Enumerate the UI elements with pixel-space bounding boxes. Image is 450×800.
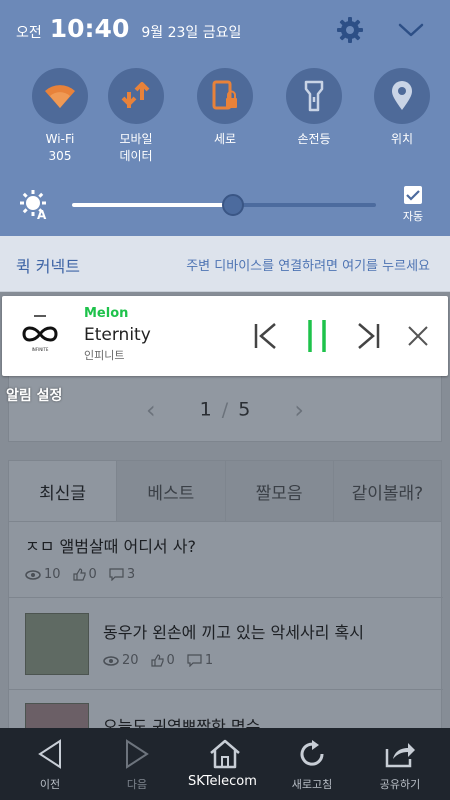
quick-connect-bar[interactable]: 퀵 커넥트 주변 디바이스를 연결하려면 여기를 누르세요 [0,236,450,292]
dismiss-media-button[interactable] [400,318,436,354]
quick-setting-label: 손전등 [297,132,331,146]
notification-shade: 오전 10:40 9월 23일 금요일 Wi-Fi 305 모바일 데이터 세로… [0,0,450,236]
share-icon [385,743,415,768]
close-icon [408,326,428,346]
svg-text:INFINITE: INFINITE [32,347,49,352]
comment-icon [187,654,202,667]
notification-settings-link[interactable]: 알림 설정 [6,385,62,405]
eye-icon [25,569,41,580]
quick-setting-label: 위치 [390,132,414,146]
media-artist: 인피니트 [84,349,125,362]
previous-track-button[interactable] [248,318,284,354]
clock-ampm: 오전 [16,25,42,41]
brightness-slider[interactable] [72,194,376,216]
pager-prev-icon[interactable]: ‹ [146,396,156,424]
pager-separator: / [221,398,229,421]
board-tabs: 최신글 베스트 짤모음 같이볼래? [9,461,441,522]
post-title: ㅈㅁ 앨범살때 어디서 사? [25,537,196,556]
pager-current: 1 [199,398,212,421]
media-track-title: Eternity [84,325,151,345]
list-item[interactable]: ㅈㅁ 앨범살때 어디서 사? 10 0 3 [9,533,443,582]
eye-icon [103,655,119,666]
status-date: 9월 23일 금요일 [141,25,242,41]
post-meta: 10 0 3 [25,567,443,582]
quick-setting-label: 모바일 데이터 [119,132,153,163]
pager-next-icon[interactable]: › [294,396,304,424]
clock-time: 10:40 [49,14,130,43]
chevron-down-icon[interactable] [398,22,424,38]
divider [9,689,443,690]
home-button[interactable] [180,728,270,800]
quick-setting-mobile-data[interactable]: 모바일 데이터 [91,68,181,165]
post-board: 최신글 베스트 짤모음 같이볼래? ㅈㅁ 앨범살때 어디서 사? 10 0 3 … [8,460,443,728]
forward-arrow-icon [126,739,149,769]
quick-setting-rotation[interactable]: 세로 [180,68,270,148]
pause-icon [308,320,326,352]
next-track-button[interactable] [350,318,386,354]
post-title: 동우가 왼손에 끼고 있는 악세사리 혹시 [103,623,364,642]
tab-watch-together[interactable]: 같이볼래? [332,461,441,521]
tab-pics[interactable]: 짤모음 [224,461,333,521]
media-notification[interactable]: INFINITE Melon Eternity 인피니트 [2,296,448,376]
post-likes: 0 [88,567,97,582]
back-arrow-icon [38,739,61,769]
post-comments: 1 [204,653,214,668]
list-item[interactable]: 동우가 왼손에 끼고 있는 악세사리 혹시 20 0 1 [9,619,443,668]
post-views: 20 [122,653,139,668]
brightness-slider-fill [72,203,233,207]
media-app-name: Melon [84,306,129,321]
pager-total: 5 [238,398,251,421]
list-item[interactable]: 오늘도 귀염뽀짝한 명수 [9,713,443,728]
quick-connect-description: 주변 디바이스를 연결하려면 여기를 누르세요 [186,259,430,274]
refresh-icon [300,740,324,766]
back-button[interactable]: 이전 [5,728,95,800]
toolbar-label: 공유하기 [379,778,421,791]
quick-connect-title: 퀵 커넥트 [16,257,80,276]
tab-latest[interactable]: 최신글 [9,461,117,521]
share-button[interactable]: 공유하기 [355,728,445,800]
wifi-icon [45,85,75,108]
post-meta: 20 0 1 [103,653,443,668]
quick-setting-label: 세로 [213,132,237,146]
quick-settings-row: Wi-Fi 305 모바일 데이터 세로 손전등 위치 [0,68,450,172]
home-icon [210,739,240,769]
browser-toolbar: 이전 다음 새로고침 공유하기 [0,728,450,800]
toolbar-label: 다음 [126,778,148,791]
thumbs-up-icon [150,654,164,667]
post-comments: 3 [126,567,136,582]
refresh-button[interactable]: 새로고침 [267,728,357,800]
pager: ‹ 1 / 5 › [0,396,450,424]
brightness-auto-icon: A [20,190,47,220]
toolbar-label: 이전 [39,778,61,791]
svg-text:A: A [37,208,47,220]
post-views: 10 [44,567,61,582]
comment-icon [109,568,124,581]
pause-button[interactable] [299,318,335,354]
rotation-lock-icon [212,80,237,110]
toolbar-label: 새로고침 [291,778,333,791]
post-likes: 0 [166,653,175,668]
thumbs-up-icon [72,568,86,581]
forward-button[interactable]: 다음 [92,728,182,800]
data-transfer-icon [121,82,150,108]
flashlight-icon [304,80,324,112]
gear-icon[interactable] [336,16,364,44]
tab-best[interactable]: 베스트 [116,461,225,521]
location-pin-icon [392,81,412,110]
auto-brightness-checkbox[interactable] [404,186,422,204]
skip-previous-icon [254,323,276,349]
carrier-label: SKTelecom [188,774,257,789]
auto-brightness-label: 자동 [402,210,424,223]
divider [9,597,443,598]
brightness-slider-thumb[interactable] [222,194,244,216]
quick-setting-flashlight[interactable]: 손전등 [269,68,359,148]
checkmark-icon [406,190,420,201]
post-title: 오늘도 귀염뽀짝한 명수 [103,717,261,728]
status-row: 오전 10:40 9월 23일 금요일 [16,14,241,43]
quick-setting-location[interactable]: 위치 [357,68,447,148]
skip-next-icon [358,323,380,349]
album-art: INFINITE [22,315,58,352]
